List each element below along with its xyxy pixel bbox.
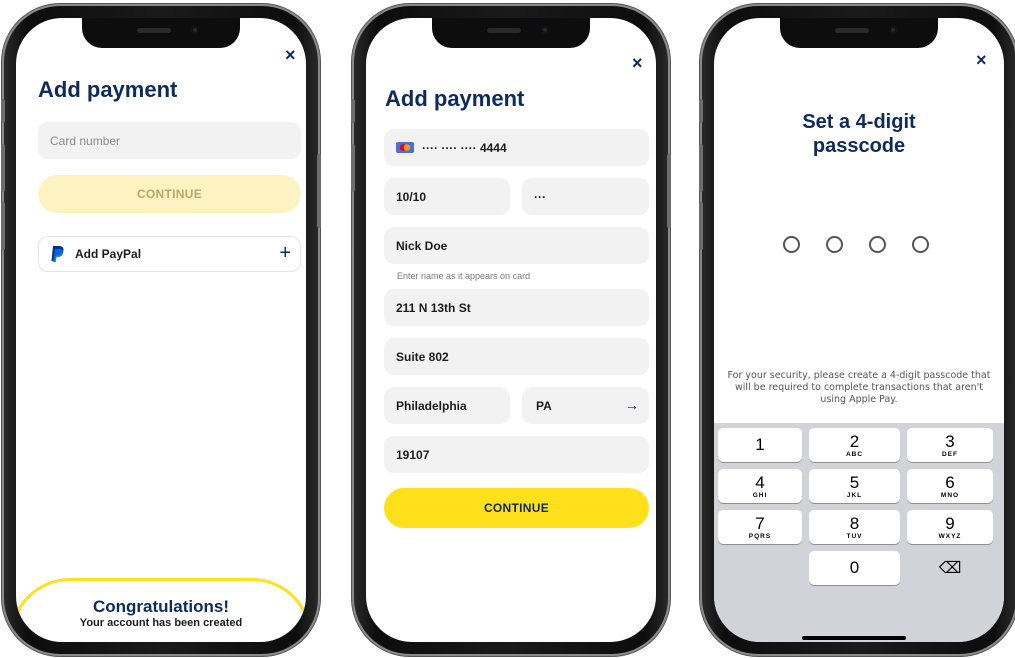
notch (780, 18, 938, 48)
add-paypal-row[interactable]: Add PayPal + (38, 236, 301, 272)
notch (82, 18, 240, 48)
expiry-input[interactable]: 10/10 (384, 178, 510, 215)
address-line1-input[interactable]: 211 N 13th St (384, 289, 649, 326)
zip-input[interactable]: 19107 (384, 436, 649, 473)
screen-set-passcode: × Set a 4-digit passcode For your securi… (714, 18, 1004, 642)
card-number-value: ···· ···· ···· 4444 (422, 140, 507, 155)
name-hint: Enter name as it appears on card (397, 271, 531, 281)
congrats-subtitle: Your account has been created (79, 617, 243, 629)
key-9[interactable]: 9 WXYZ (907, 510, 993, 544)
key-6[interactable]: 6 MNO (907, 469, 993, 503)
address-line2-input[interactable]: Suite 802 (384, 338, 649, 375)
close-icon[interactable]: × (285, 45, 296, 66)
city-input[interactable]: Philadelphia (384, 387, 510, 424)
key-5[interactable]: 5 JKL (809, 469, 900, 503)
paypal-icon (51, 246, 64, 262)
passcode-dot (912, 236, 929, 253)
numeric-keypad: 1 2 ABC 3 DEF 4 GHI 5 JKL 6 MNO 7 PQRS 8 TUV 9W… (714, 423, 1004, 642)
continue-button[interactable]: CONTINUE (384, 488, 649, 528)
close-icon[interactable]: × (976, 50, 987, 71)
arrow-right-icon: → (625, 397, 639, 413)
page-title: Set a 4-digit passcode (802, 111, 916, 157)
mastercard-icon (396, 142, 414, 153)
card-number-input[interactable]: ···· ···· ···· 4444 (384, 129, 649, 166)
passcode-dot (826, 236, 843, 253)
key-1[interactable]: 1 (718, 428, 802, 462)
page-title: Add payment (385, 86, 525, 111)
key-2[interactable]: 2 ABC (809, 428, 900, 462)
passcode-dot (783, 236, 800, 253)
card-number-input[interactable]: Card number (38, 122, 301, 159)
close-icon[interactable]: × (632, 53, 643, 74)
screen-add-payment-filled: × Add payment ···· ···· ···· 4444 10/10 … (366, 18, 656, 642)
key-3[interactable]: 3 DEF (907, 428, 993, 462)
name-input[interactable]: Nick Doe (384, 227, 649, 264)
phone-frame-1: × Add payment Card number CONTINUE Add P… (1, 4, 321, 656)
passcode-dot (869, 236, 886, 253)
phone-frame-3: × Set a 4-digit passcode For your securi… (699, 4, 1015, 656)
screen-add-payment-empty: × Add payment Card number CONTINUE Add P… (16, 18, 306, 642)
state-select[interactable]: PA → (522, 387, 649, 424)
page-title: Add payment (38, 77, 178, 102)
security-info: For your security, please create a 4-dig… (727, 370, 991, 405)
congratulations-banner: Congratulations! Your account has been c… (16, 578, 306, 642)
backspace-icon[interactable]: ⌫ (907, 551, 993, 585)
state-value: PA (536, 398, 552, 413)
continue-button[interactable]: CONTINUE (38, 175, 301, 213)
paypal-label: Add PayPal (75, 247, 142, 261)
congrats-title: Congratulations! (93, 597, 229, 616)
key-7[interactable]: 7 PQRS (718, 510, 802, 544)
phone-frame-2: × Add payment ···· ···· ···· 4444 10/10 … (351, 4, 671, 656)
cvv-input[interactable]: ··· (522, 178, 649, 215)
home-indicator (802, 636, 906, 640)
notch (432, 18, 590, 48)
key-4[interactable]: 4 GHI (718, 469, 802, 503)
key-0[interactable]: 0 (809, 551, 900, 585)
plus-icon[interactable]: + (279, 242, 291, 264)
key-8[interactable]: 8 TUV (809, 510, 900, 544)
